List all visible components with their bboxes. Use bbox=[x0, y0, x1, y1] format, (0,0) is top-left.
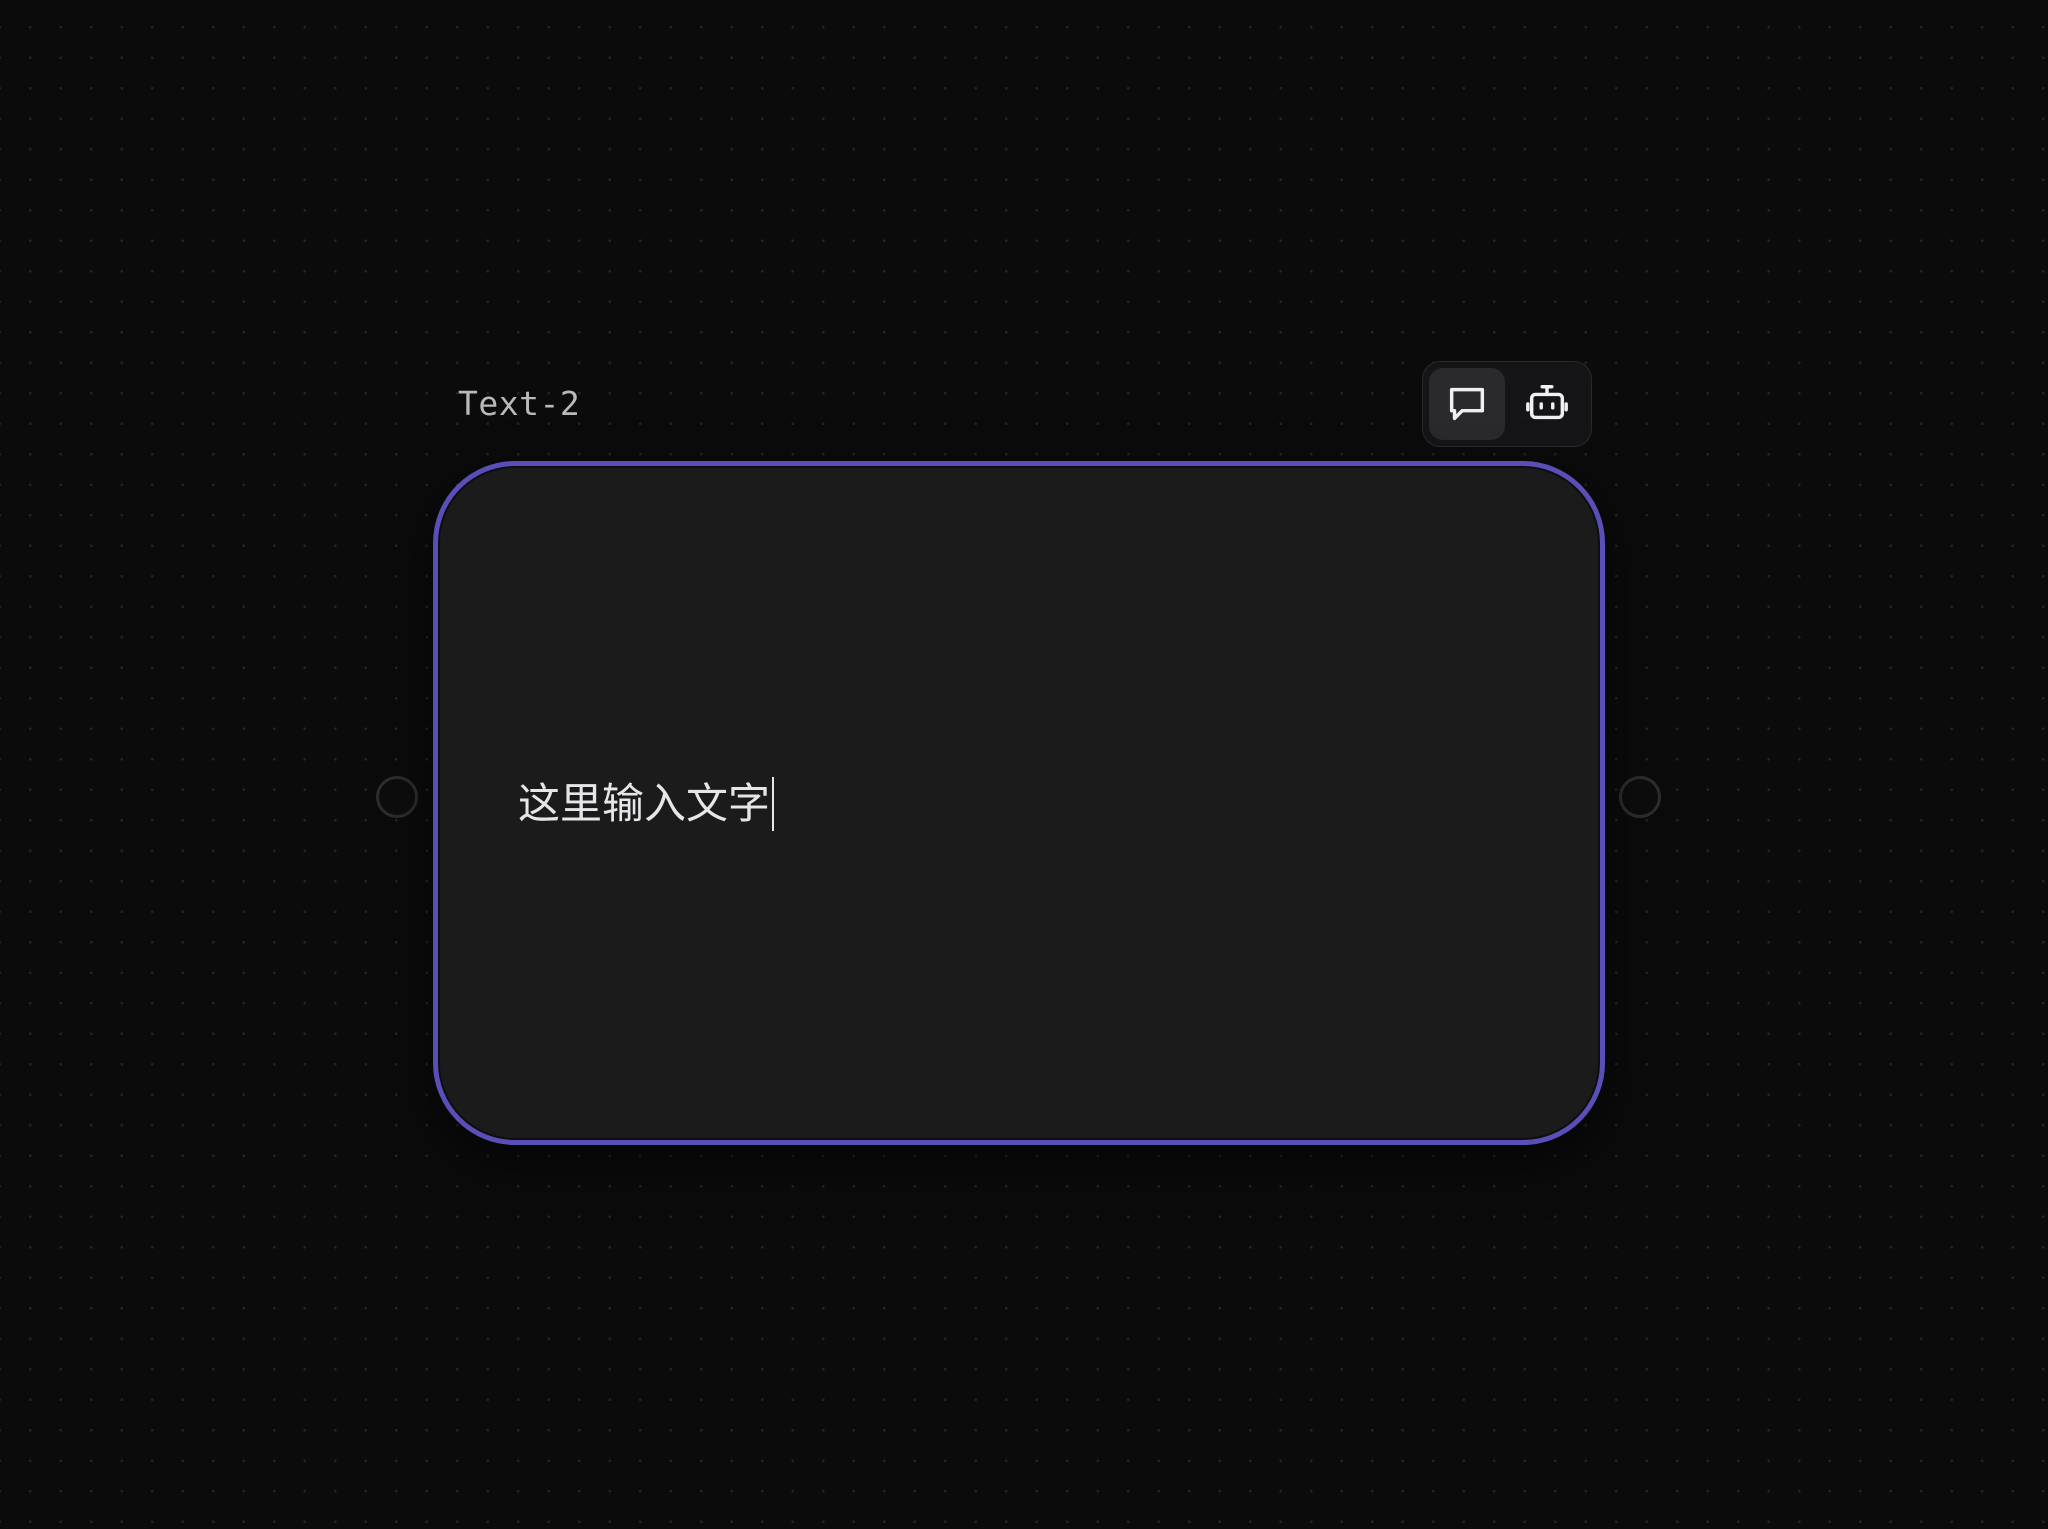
robot-icon bbox=[1526, 385, 1568, 420]
chat-bubble-icon bbox=[1449, 387, 1485, 421]
text-node-card[interactable]: 这里输入文字 bbox=[433, 461, 1605, 1145]
node-toolbar bbox=[1422, 361, 1592, 447]
comment-button[interactable] bbox=[1429, 368, 1505, 440]
node-text-editor[interactable]: 这里输入文字 bbox=[518, 776, 775, 832]
text-caret bbox=[772, 777, 775, 831]
node-title: Text-2 bbox=[458, 384, 581, 423]
output-port[interactable] bbox=[1619, 776, 1661, 818]
ai-assistant-button[interactable] bbox=[1509, 368, 1585, 440]
input-port[interactable] bbox=[376, 776, 418, 818]
node-text-content: 这里输入文字 bbox=[518, 779, 771, 828]
